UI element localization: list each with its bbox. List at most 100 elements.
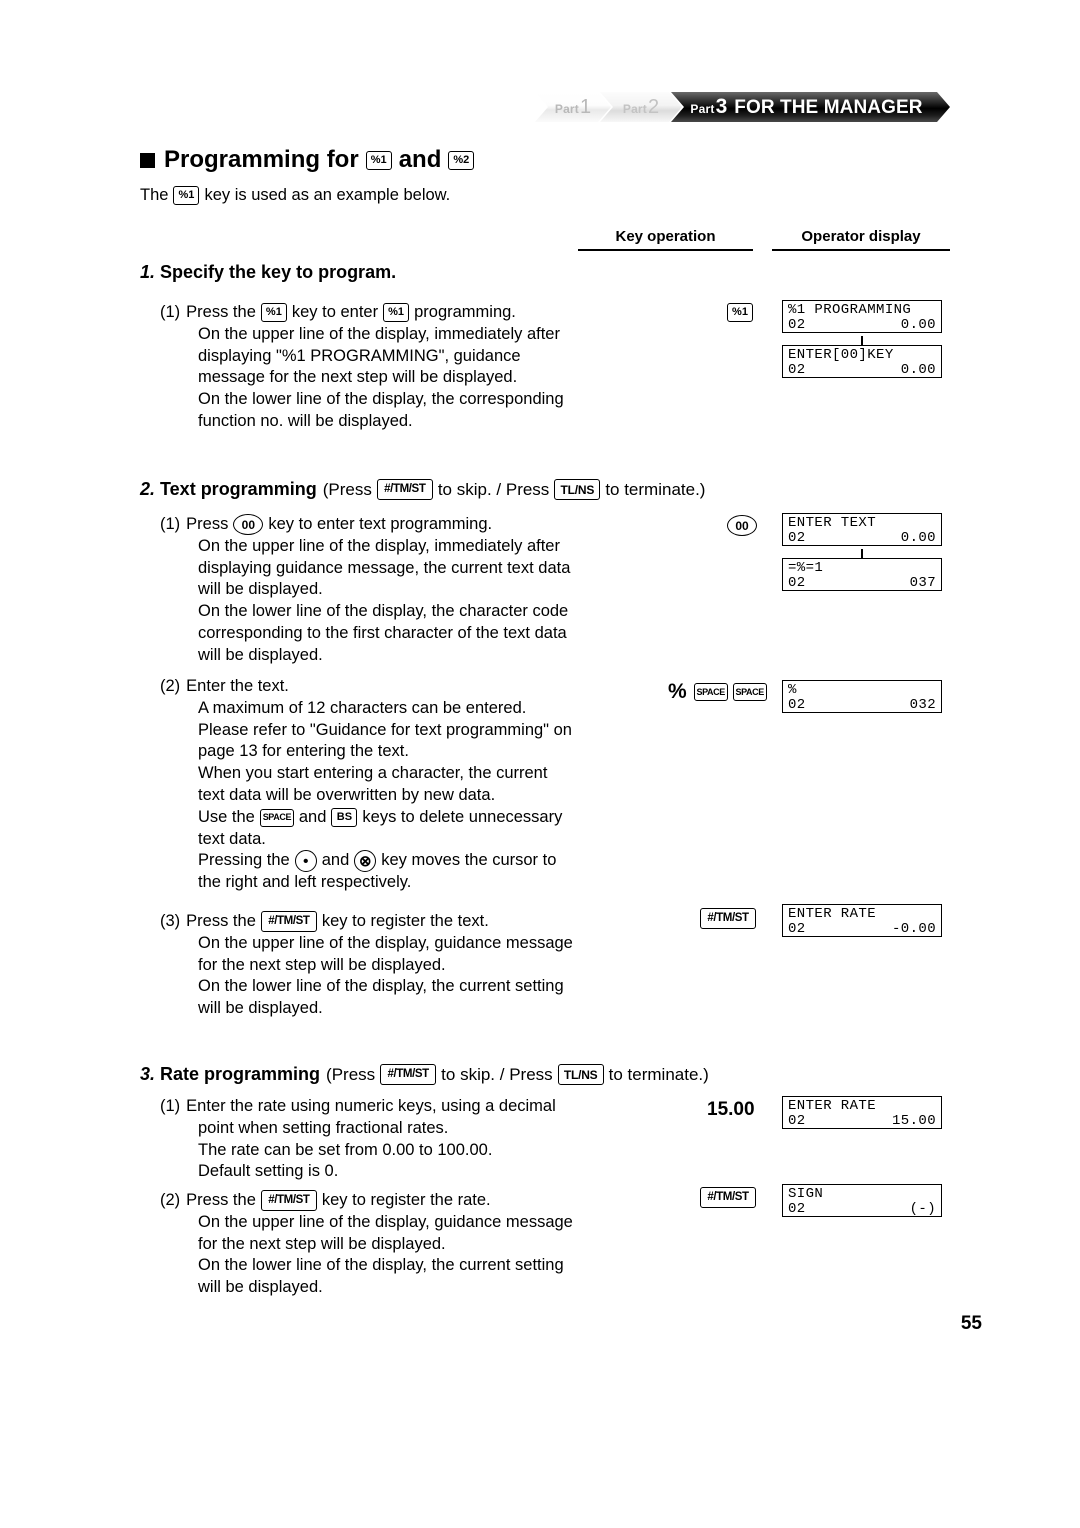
operator-display-8: SIGN 02 (-)	[782, 1184, 942, 1217]
paragraph-line: On the upper line of the display, guidan…	[198, 1212, 573, 1231]
decimal-point-key-icon: •	[294, 850, 317, 873]
tm-st-key-icon: #/TM/ST	[260, 911, 317, 933]
page-number: 55	[960, 1313, 982, 1334]
part-1-chevron: Part 1	[535, 92, 611, 122]
lcd-upper-left: ENTER TEXT	[788, 514, 877, 531]
item-label: (2)	[160, 677, 181, 695]
paragraph-line: (1) Enter the rate using numeric keys, u…	[160, 1096, 600, 1118]
part-2-chevron: Part 2	[600, 92, 682, 122]
line-text: key to enter	[291, 303, 379, 321]
step-1-heading: 1. Specify the key to program.	[140, 262, 396, 283]
step-3-item-1: (1) Enter the rate using numeric keys, u…	[160, 1096, 600, 1183]
line-text: key to register the text.	[321, 912, 489, 930]
paragraph-line: On the upper line of the display, guidan…	[198, 933, 573, 952]
part-2-number: 2	[648, 95, 660, 118]
step-3-title: Rate programming	[160, 1064, 321, 1084]
lcd-upper-line: ENTER RATE	[788, 1097, 936, 1114]
paragraph-line: will be displayed.	[198, 645, 323, 664]
step-1-title: Specify the key to program.	[160, 262, 397, 282]
intro-suffix: key is used as an example below.	[204, 186, 451, 204]
part-2-word: Part	[622, 101, 648, 116]
step-2-number: 2.	[140, 479, 156, 499]
paragraph-line: (1) Press the %1 key to enter %1 program…	[160, 302, 600, 324]
bullet-square-icon	[140, 152, 155, 168]
paragraph-line: Please refer to "Guidance for text progr…	[198, 720, 572, 739]
line-text: Press	[186, 515, 229, 533]
paragraph-line: function no. will be displayed.	[198, 411, 413, 430]
line-text: and	[298, 807, 327, 826]
intro-text: The %1 key is used as an example below.	[140, 186, 450, 205]
paragraph-line: Pressing the • and ⊗ key moves the curso…	[160, 850, 600, 873]
lcd-upper-line: ENTER RATE	[788, 905, 936, 922]
lcd-lower-right: 0.00	[900, 529, 936, 546]
lcd-lower-left: 02	[788, 696, 806, 713]
line-text: key to enter text programming.	[268, 515, 493, 533]
paragraph-line: On the upper line of the display, immedi…	[198, 536, 560, 555]
rate-value: 15.00	[707, 1099, 755, 1120]
paragraph-line: On the lower line of the display, the cu…	[198, 977, 564, 996]
lcd-lower-line: 02 -0.00	[788, 920, 936, 937]
banner-title: FOR THE MANAGER	[734, 97, 923, 118]
paragraph-line: for the next step will be displayed.	[198, 955, 446, 974]
step-3-suffix-1: (Press	[326, 1064, 376, 1084]
part-1-number: 1	[580, 95, 592, 118]
key-operation-6: #/TM/ST	[700, 1187, 761, 1208]
part-1-word: Part	[554, 101, 580, 116]
line-text: key to register the rate.	[321, 1191, 491, 1209]
paragraph-line: text data.	[198, 829, 266, 848]
line-text: key moves the cursor to	[381, 851, 557, 870]
paragraph-line: will be displayed.	[198, 580, 323, 599]
key-operation-4: #/TM/ST	[700, 908, 761, 929]
line-text: programming.	[414, 303, 516, 321]
paragraph-line: (2) Press the #/TM/ST key to register th…	[160, 1190, 600, 1212]
item-label: (1)	[160, 1097, 181, 1115]
step-2-item-3: (3) Press the #/TM/ST key to register th…	[160, 911, 600, 1020]
part-navigation-banner: Part 1 Part 2 Part 3 FOR THE MANAGER	[535, 92, 950, 122]
lcd-upper-left: =%=1	[788, 559, 824, 576]
item-label: (1)	[160, 515, 181, 533]
operator-display-6: ENTER RATE 02 -0.00	[782, 904, 942, 937]
lcd-upper-left: ENTER RATE	[788, 905, 877, 922]
item-label: (1)	[160, 303, 181, 321]
key-operation-3: % SPACE SPACE	[668, 680, 772, 704]
lcd-lower-right: -0.00	[891, 920, 936, 937]
paragraph-line: for the next step will be displayed.	[198, 1234, 446, 1253]
paragraph-line: displaying "%1 PROGRAMMING", guidance	[198, 346, 521, 365]
double-zero-key-icon: 00	[233, 514, 264, 536]
multiply-key-icon: ⊗	[354, 850, 377, 873]
paragraph-line: message for the next step will be displa…	[198, 368, 518, 387]
item-label: (3)	[160, 912, 181, 930]
paragraph-line: point when setting fractional rates.	[198, 1118, 449, 1137]
part-3-number: 3	[715, 95, 728, 118]
line-text: Pressing the	[198, 851, 290, 870]
lcd-lower-left: 02	[788, 920, 806, 937]
lcd-upper-left: ENTER RATE	[788, 1097, 877, 1114]
lcd-upper-line: ENTER[00]KEY	[788, 347, 936, 363]
paragraph-line: On the lower line of the display, the cu…	[198, 1256, 564, 1275]
paragraph-line: On the lower line of the display, the co…	[198, 390, 564, 409]
lcd-upper-left: SIGN	[788, 1185, 824, 1202]
percent1-key-icon: %1	[383, 303, 410, 323]
tm-st-key-icon: #/TM/ST	[380, 1064, 437, 1085]
operator-display-4: =%=1 02 037	[782, 558, 942, 591]
key-operation-2: 00	[727, 515, 762, 536]
percent1-key-icon: %1	[727, 303, 753, 322]
lcd-lower-line: 02 0.00	[788, 529, 936, 546]
percent1-key-icon: %1	[260, 303, 287, 323]
column-header-key-operation: Key operation	[578, 228, 753, 251]
tm-st-key-icon: #/TM/ST	[700, 1187, 756, 1208]
part-3-chevron: Part 3 FOR THE MANAGER	[671, 92, 950, 122]
lcd-upper-line: %	[788, 681, 936, 698]
lcd-lower-right: 0.00	[900, 361, 936, 378]
step-3-suffix-2: to skip. / Press	[441, 1064, 553, 1084]
lcd-upper-left: %	[788, 681, 797, 698]
step-3-heading: 3. Rate programming (Press #/TM/ST to sk…	[140, 1064, 709, 1085]
lcd-upper-line: %1 PROGRAMMING	[788, 302, 936, 318]
intro-prefix: The	[140, 186, 169, 204]
step-2-suffix-2: to skip. / Press	[437, 479, 550, 499]
part-3-word: Part	[690, 102, 715, 116]
key-operation-5: 15.00	[707, 1099, 755, 1121]
lcd-lower-right: 15.00	[891, 1112, 936, 1129]
line-text: Enter the text.	[186, 677, 289, 695]
operator-display-5: % 02 032	[782, 680, 942, 713]
